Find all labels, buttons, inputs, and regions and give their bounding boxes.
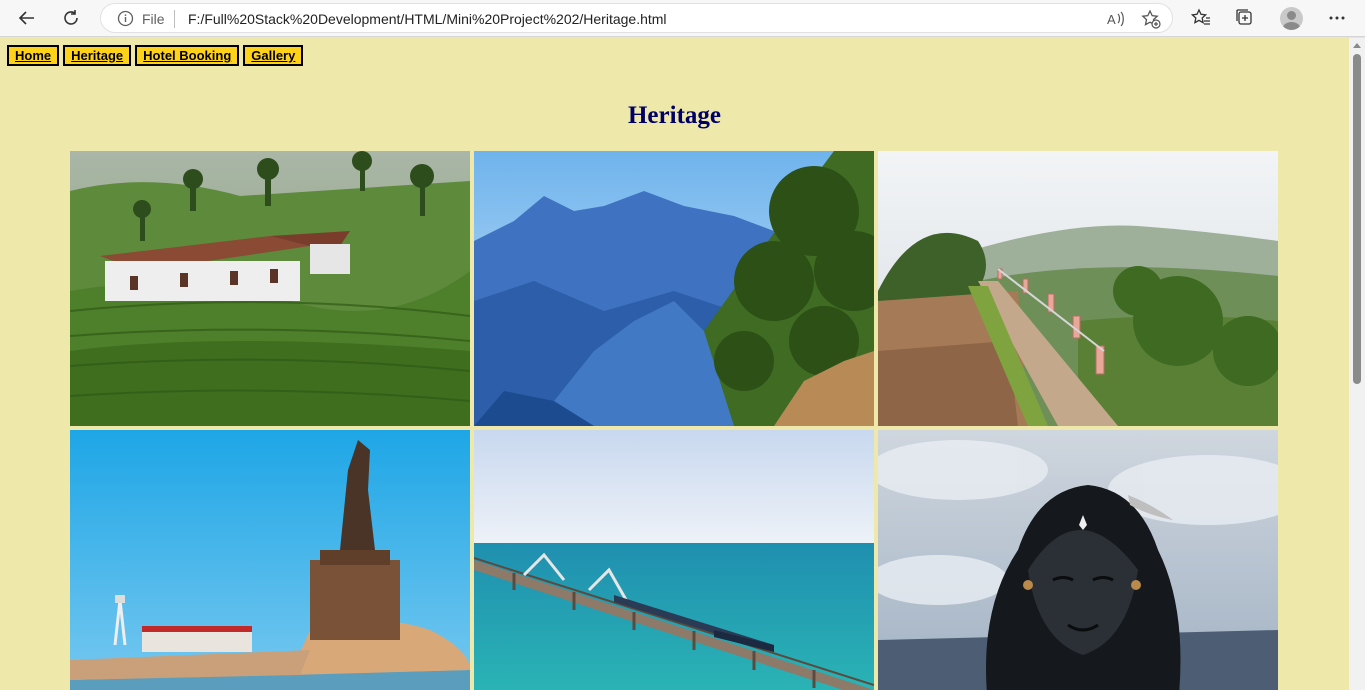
black-statue-face-photo <box>878 430 1278 690</box>
page-scrollbar[interactable] <box>1349 38 1365 690</box>
read-aloud-icon[interactable]: A <box>1106 9 1126 34</box>
browser-toolbar: File F:/Full%20Stack%20Development/HTML/… <box>0 0 1365 37</box>
address-scheme-label: File <box>142 11 165 27</box>
rock-memorial-statue-photo <box>70 430 470 690</box>
tea-estate-photo <box>70 151 470 426</box>
hill-walkway-photo <box>878 151 1278 426</box>
refresh-icon[interactable] <box>56 4 86 32</box>
info-icon[interactable] <box>117 10 134 32</box>
nav-home-link[interactable]: Home <box>7 45 60 66</box>
profile-avatar[interactable] <box>1280 7 1303 30</box>
nav-heritage-link[interactable]: Heritage <box>63 45 132 66</box>
nav-hotel-booking-link[interactable]: Hotel Booking <box>135 45 240 66</box>
image-gallery <box>70 151 1279 690</box>
more-icon[interactable] <box>1322 4 1352 32</box>
sea-bridge-train-photo <box>474 430 874 690</box>
add-favorite-icon[interactable] <box>1141 9 1161 34</box>
favorites-icon[interactable] <box>1186 4 1216 32</box>
address-bar[interactable]: File F:/Full%20Stack%20Development/HTML/… <box>100 3 1173 33</box>
blue-mountains-photo <box>474 151 874 426</box>
page-viewport: Home Heritage Hotel Booking Gallery Heri… <box>0 38 1349 690</box>
top-nav: Home Heritage Hotel Booking Gallery <box>7 45 304 66</box>
address-divider <box>174 10 175 28</box>
nav-gallery-link[interactable]: Gallery <box>243 45 304 66</box>
collections-icon[interactable] <box>1230 4 1260 32</box>
scrollbar-thumb[interactable] <box>1353 54 1361 384</box>
url-text[interactable]: F:/Full%20Stack%20Development/HTML/Mini%… <box>188 11 667 27</box>
page-title: Heritage <box>627 102 721 129</box>
svg-text:A: A <box>1107 12 1116 27</box>
scroll-up-icon[interactable] <box>1353 43 1361 48</box>
back-icon[interactable] <box>12 4 42 32</box>
